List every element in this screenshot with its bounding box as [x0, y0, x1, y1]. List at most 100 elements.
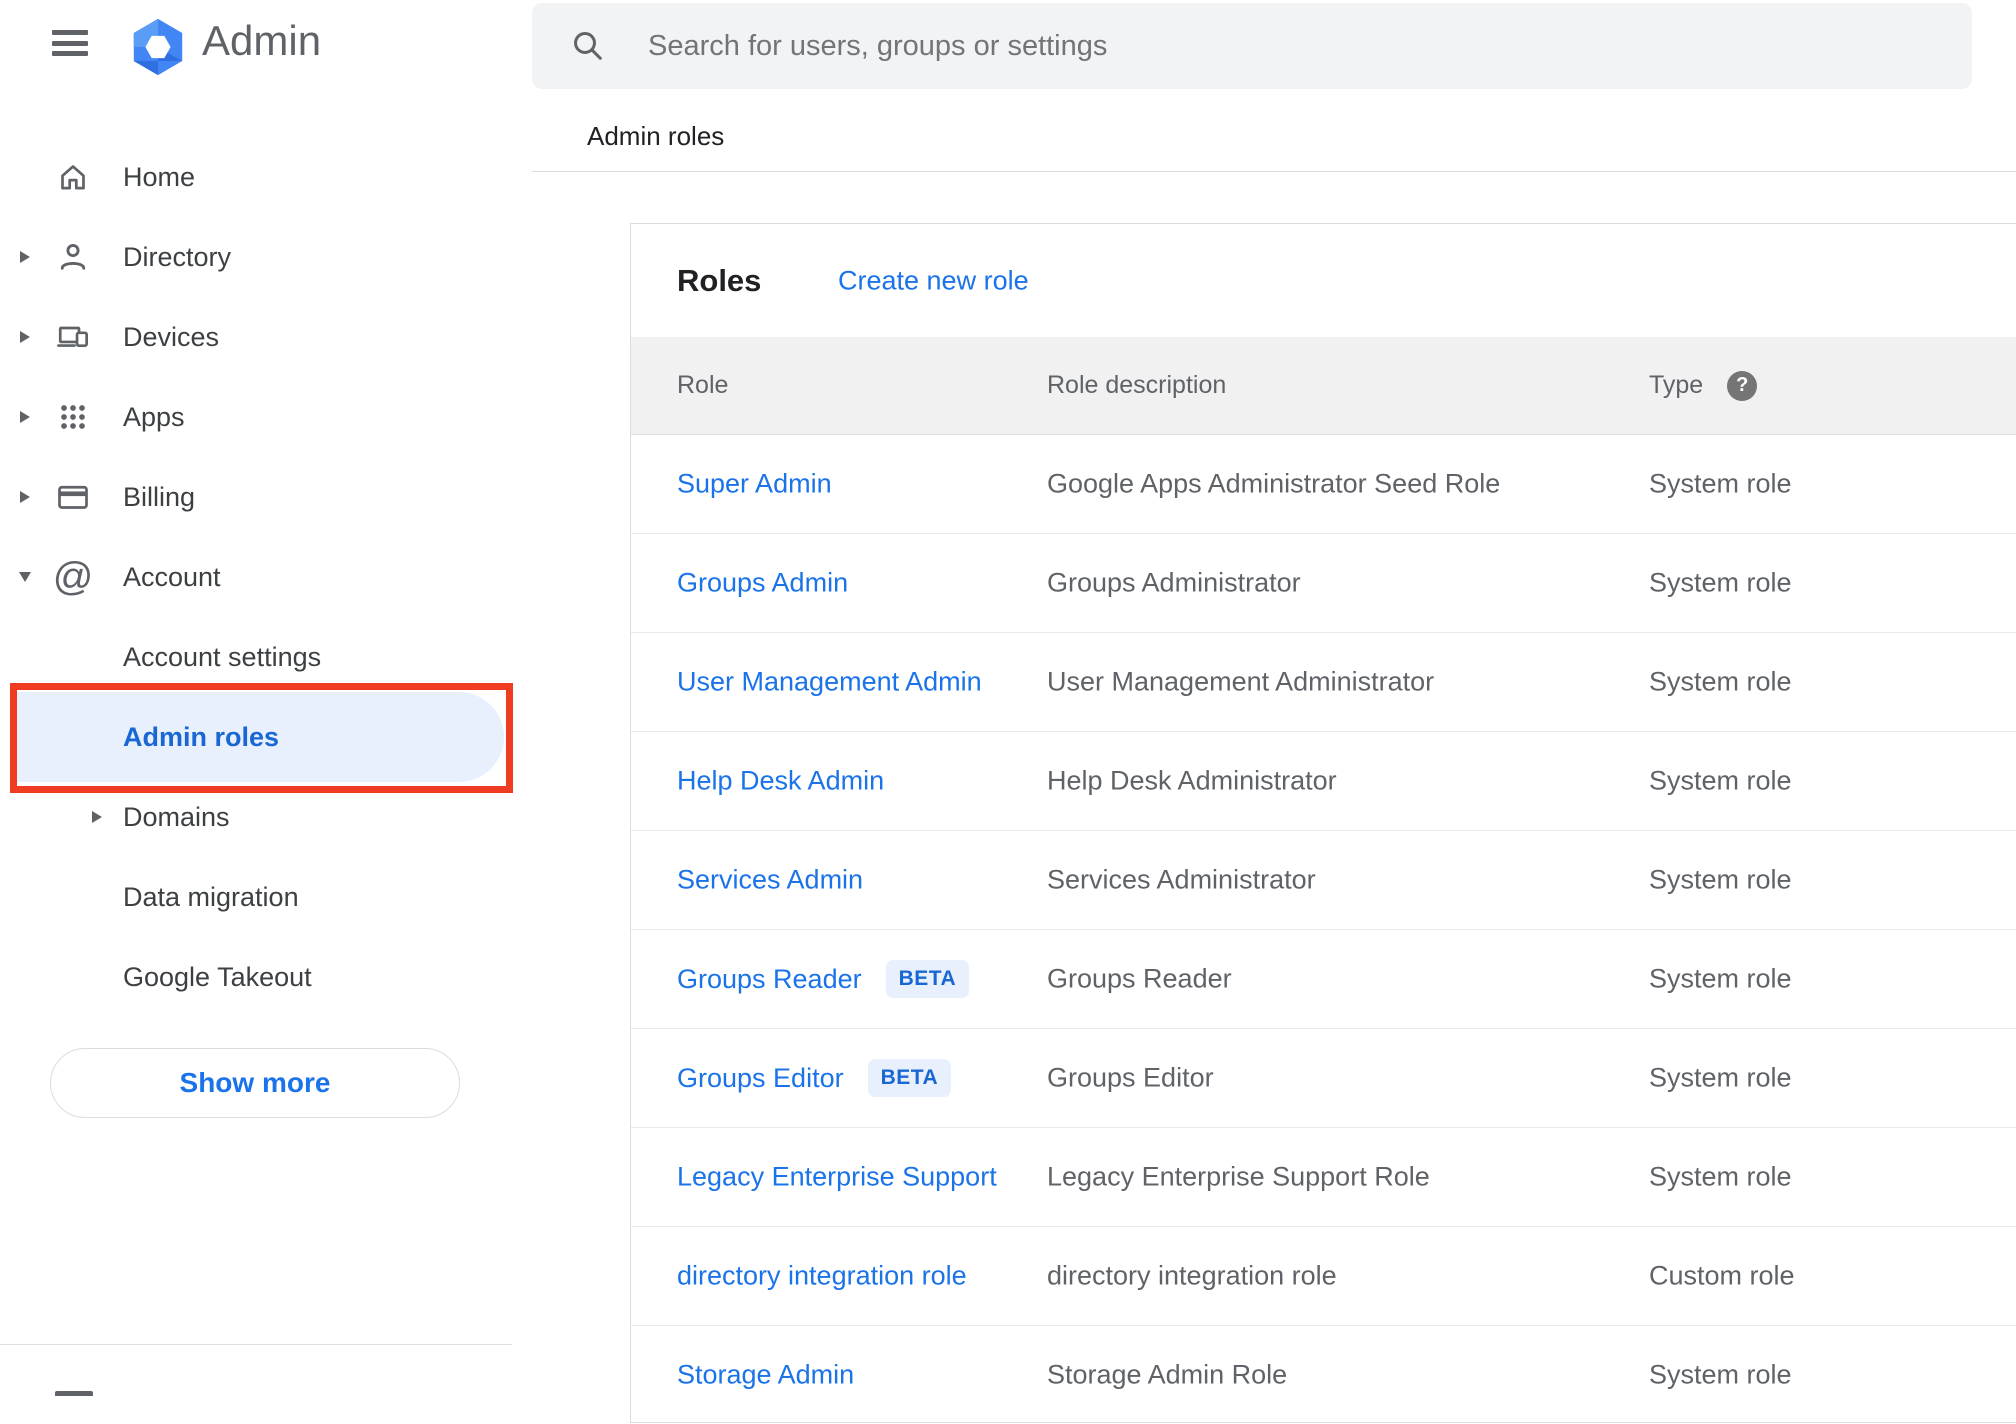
roles-table-body: Super Admin Google Apps Administrator See…: [631, 435, 2016, 1424]
role-link[interactable]: Help Desk Admin: [677, 766, 884, 797]
role-type: System role: [1649, 468, 1792, 499]
role-link[interactable]: User Management Admin: [677, 667, 982, 698]
role-type: System role: [1649, 864, 1792, 895]
role-description: Google Apps Administrator Seed Role: [1047, 468, 1501, 499]
sidebar-nav: Home Directory Devices Apps Billing @ Account A…: [0, 137, 512, 1017]
role-type: System role: [1649, 765, 1792, 796]
person-icon: [55, 239, 91, 275]
role-type: System role: [1649, 567, 1792, 598]
roles-card: Roles Create new role Role Role descript…: [630, 223, 2016, 1423]
role-description: User Management Administrator: [1047, 666, 1435, 697]
role-link[interactable]: Services Admin: [677, 865, 863, 896]
sidebar-item-label: Account settings: [123, 641, 322, 672]
table-row: Super Admin Google Apps Administrator See…: [631, 435, 2016, 534]
create-new-role-link[interactable]: Create new role: [838, 265, 1029, 296]
role-link[interactable]: Groups Reader: [677, 964, 862, 995]
sidebar-item-data-migration[interactable]: Data migration: [0, 857, 512, 937]
sidebar-item-account-settings[interactable]: Account settings: [0, 617, 512, 697]
table-row: Groups Admin Groups Administrator System r…: [631, 534, 2016, 633]
sidebar-item-label: Apps: [123, 401, 185, 432]
role-description: Groups Editor: [1047, 1062, 1214, 1093]
sidebar-item-billing[interactable]: Billing: [0, 457, 512, 537]
sidebar-item-label: Google Takeout: [123, 961, 312, 992]
role-description: Storage Admin Role: [1047, 1359, 1288, 1390]
sidebar-item-domains[interactable]: Domains: [0, 777, 512, 857]
role-cell: Groups Admin: [677, 568, 848, 599]
sidebar-item-google-takeout[interactable]: Google Takeout: [0, 937, 512, 1017]
chevron-right-icon: [92, 811, 102, 823]
beta-badge: BETA: [885, 960, 970, 998]
role-description: Groups Reader: [1047, 963, 1232, 994]
sidebar-item-account[interactable]: @ Account: [0, 537, 512, 617]
menu-icon[interactable]: [52, 30, 88, 56]
search-input[interactable]: Search for users, groups or settings: [532, 3, 1972, 89]
role-cell: Groups Editor BETA: [677, 1059, 952, 1097]
sidebar-item-label: Admin roles: [123, 721, 280, 752]
role-type: System role: [1649, 1062, 1792, 1093]
app-title: Admin: [202, 17, 322, 64]
beta-badge: BETA: [867, 1059, 952, 1097]
sidebar-item-label: Data migration: [123, 881, 299, 912]
sidebar-item-admin-roles[interactable]: Admin roles: [0, 692, 512, 782]
table-row: Storage Admin Storage Admin Role System ro…: [631, 1326, 2016, 1424]
role-description: Help Desk Administrator: [1047, 765, 1337, 796]
column-header-role: Role: [677, 371, 729, 399]
search-placeholder: Search for users, groups or settings: [648, 29, 1108, 62]
table-header-row: Role Role description Type ?: [631, 337, 2016, 435]
sidebar-item-directory[interactable]: Directory: [0, 217, 512, 297]
role-cell: Services Admin: [677, 865, 863, 896]
sidebar-divider: [0, 1344, 512, 1345]
sidebar-item-label: Domains: [123, 801, 230, 832]
roles-title: Roles: [677, 262, 762, 298]
table-row: directory integration role directory inte…: [631, 1227, 2016, 1326]
sidebar-item-label: Directory: [123, 241, 232, 272]
role-cell: Groups Reader BETA: [677, 960, 970, 998]
role-type: System role: [1649, 963, 1792, 994]
apps-icon: [55, 399, 91, 435]
table-row: User Management Admin User Management Adm…: [631, 633, 2016, 732]
help-icon[interactable]: ?: [1727, 370, 1758, 401]
admin-logo-icon: [133, 18, 183, 76]
search-icon: [574, 32, 602, 60]
chevron-right-icon: [20, 411, 30, 423]
sidebar-item-label: Home: [123, 161, 196, 192]
role-cell: Storage Admin: [677, 1360, 854, 1391]
role-description: Groups Administrator: [1047, 567, 1301, 598]
chevron-right-icon: [20, 331, 30, 343]
at-icon: @: [52, 555, 94, 599]
role-link[interactable]: Storage Admin: [677, 1360, 854, 1391]
role-type: System role: [1649, 666, 1792, 697]
home-icon: [55, 159, 91, 195]
show-more-button[interactable]: Show more: [50, 1048, 460, 1118]
sidebar-item-label: Devices: [123, 321, 220, 352]
chevron-right-icon: [20, 491, 30, 503]
sidebar-item-apps[interactable]: Apps: [0, 377, 512, 457]
role-cell: Help Desk Admin: [677, 766, 884, 797]
role-type: System role: [1649, 1161, 1792, 1192]
role-link[interactable]: directory integration role: [677, 1261, 967, 1292]
table-row: Services Admin Services Administrator Syst…: [631, 831, 2016, 930]
role-link[interactable]: Legacy Enterprise Support: [677, 1162, 997, 1193]
column-header-description: Role description: [1047, 371, 1227, 399]
role-cell: Legacy Enterprise Support: [677, 1162, 997, 1193]
role-cell: User Management Admin: [677, 667, 982, 698]
chevron-down-icon: [19, 572, 31, 582]
table-row: Help Desk Admin Help Desk Administrator Sy…: [631, 732, 2016, 831]
breadcrumb: Admin roles: [587, 121, 725, 151]
table-row: Groups Reader BETA Groups Reader System rol…: [631, 930, 2016, 1029]
sidebar-item-devices[interactable]: Devices: [0, 297, 512, 377]
content-divider: [532, 171, 2016, 172]
role-link[interactable]: Super Admin: [677, 469, 832, 500]
role-type: System role: [1649, 1359, 1792, 1390]
role-link[interactable]: Groups Admin: [677, 568, 848, 599]
table-row: Groups Editor BETA Groups Editor System rol…: [631, 1029, 2016, 1128]
role-link[interactable]: Groups Editor: [677, 1063, 844, 1094]
role-description: directory integration role: [1047, 1260, 1337, 1291]
chevron-right-icon: [20, 251, 30, 263]
sidebar-item-home[interactable]: Home: [0, 137, 512, 217]
card-icon: [55, 479, 91, 515]
devices-icon: [55, 319, 91, 355]
sidebar-item-label: Account: [123, 561, 221, 592]
sidebar: Admin Home Directory Devices Apps Billing @ Ac…: [0, 0, 513, 1396]
table-row: Legacy Enterprise Support Legacy Enterpri…: [631, 1128, 2016, 1227]
